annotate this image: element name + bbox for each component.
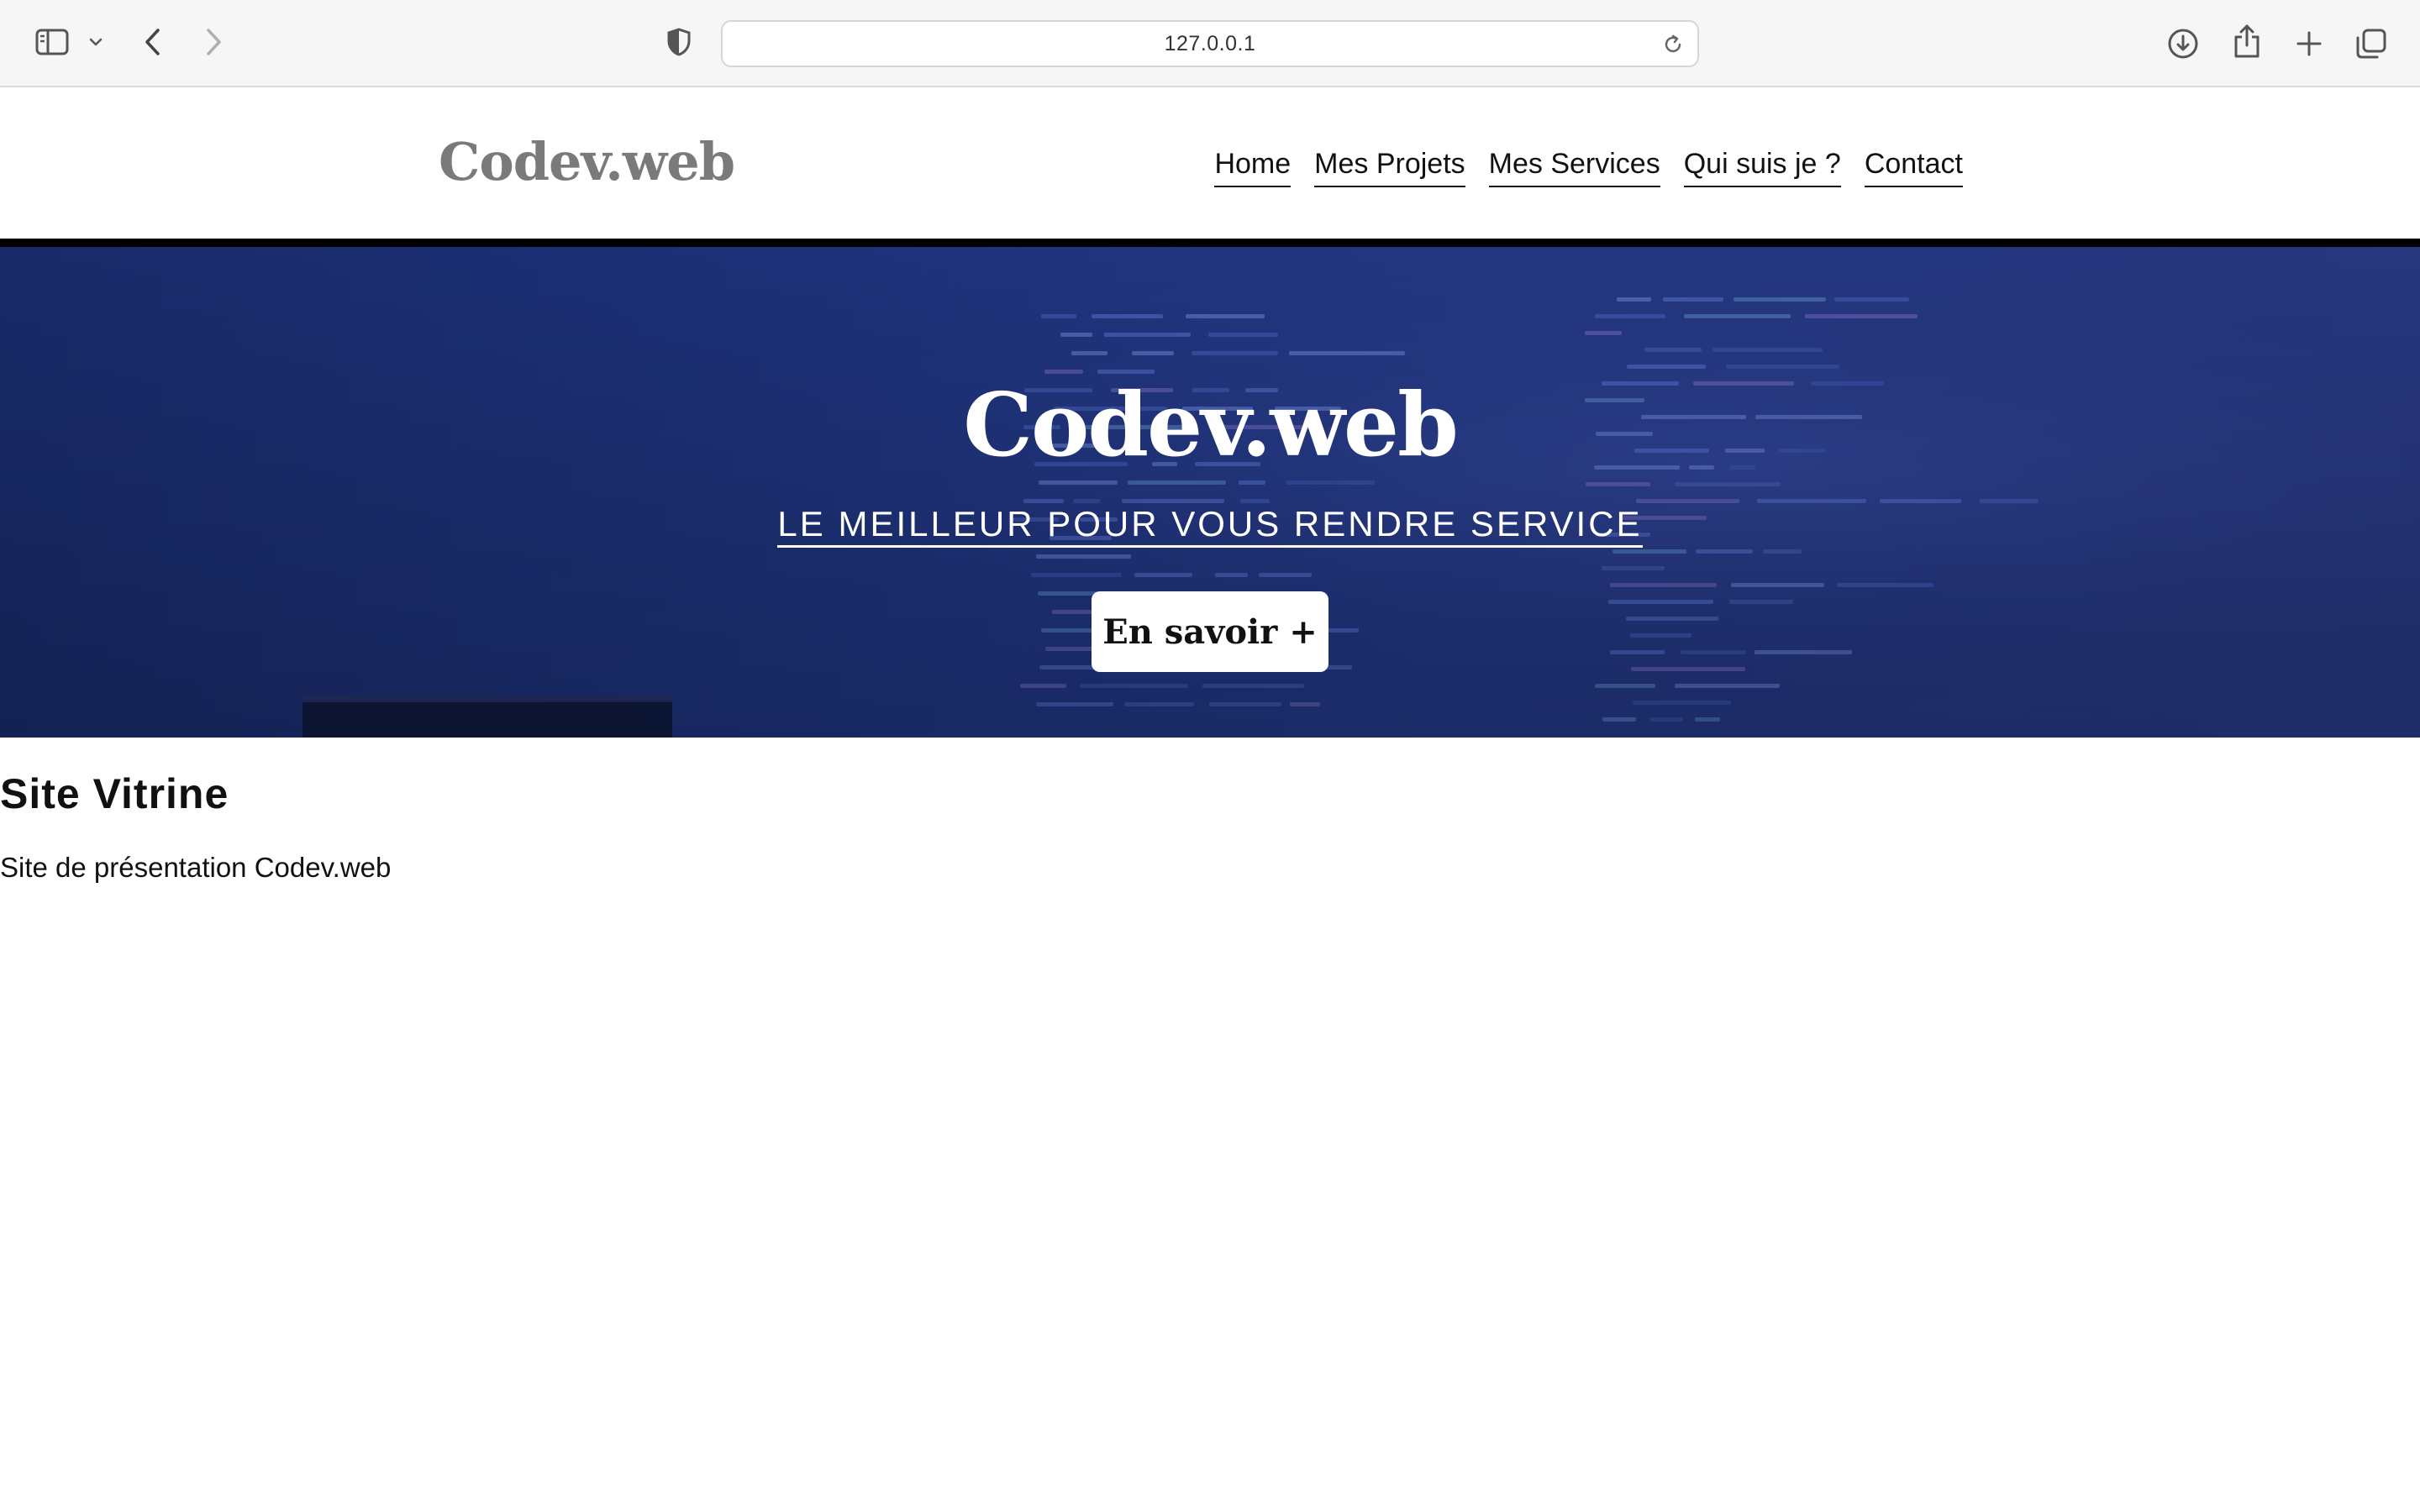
nav-link-home[interactable]: Home	[1214, 148, 1292, 187]
hero-subtitle[interactable]: LE MEILLEUR POUR VOUS RENDRE SERVICE	[777, 504, 1643, 548]
site-header: Codev.web Home Mes Projets Mes Services …	[0, 89, 2420, 239]
chevron-down-icon[interactable]	[84, 30, 108, 54]
sidebar-icon[interactable]	[30, 24, 74, 60]
header-divider	[0, 239, 2420, 247]
learn-more-button[interactable]: En savoir +	[1092, 591, 1328, 672]
url-text: 127.0.0.1	[1164, 31, 1256, 55]
nav-link-services[interactable]: Mes Services	[1488, 148, 1660, 187]
plus-icon[interactable]	[2291, 25, 2328, 62]
hero-subtitle-wrap: LE MEILLEUR POUR VOUS RENDRE SERVICE	[0, 504, 2420, 548]
main-nav: Home Mes Projets Mes Services Qui suis j…	[1214, 148, 1963, 187]
download-icon[interactable]	[2165, 25, 2202, 62]
nav-link-about[interactable]: Qui suis je ?	[1683, 148, 1841, 187]
back-arrow-icon[interactable]	[136, 24, 170, 60]
section-title: Site Vitrine	[0, 770, 229, 817]
shield-icon[interactable]	[662, 25, 696, 59]
address-bar[interactable]: 127.0.0.1	[721, 20, 1699, 67]
forward-arrow-icon[interactable]	[197, 24, 230, 60]
nav-link-projects[interactable]: Mes Projets	[1314, 148, 1465, 187]
hero-title: Codev.web	[963, 373, 1459, 476]
tabs-overview-icon[interactable]	[2353, 25, 2390, 62]
nav-link-contact[interactable]: Contact	[1864, 148, 1963, 187]
site-logo[interactable]: Codev.web	[439, 131, 735, 192]
hero-banner: Codev.web LE MEILLEUR POUR VOUS RENDRE S…	[0, 247, 2420, 738]
reload-icon[interactable]	[1660, 32, 1686, 57]
section-text: Site de présentation Codev.web	[0, 852, 392, 883]
share-icon[interactable]	[2228, 20, 2265, 62]
browser-toolbar: 127.0.0.1	[0, 0, 2420, 87]
